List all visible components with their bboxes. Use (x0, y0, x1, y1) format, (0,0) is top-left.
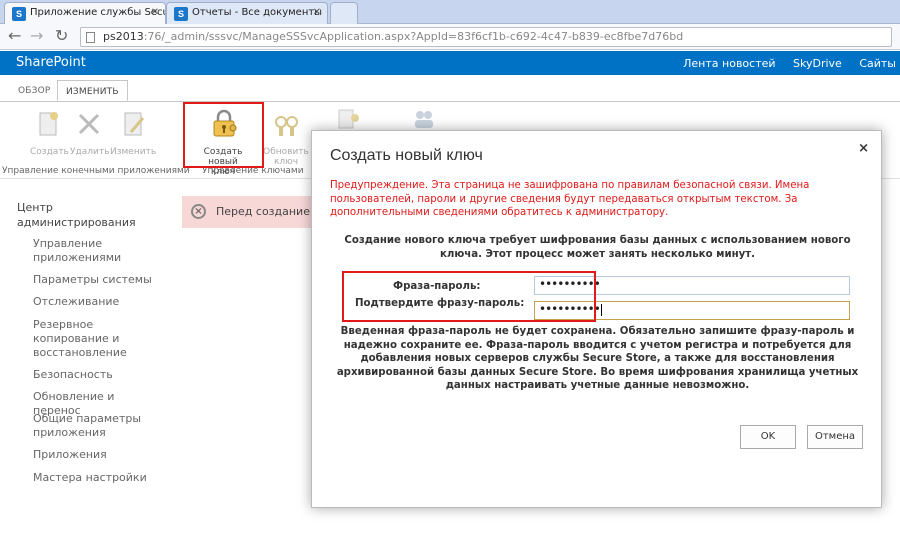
sharepoint-brand[interactable]: SharePoint (16, 55, 86, 70)
suite-link-skydrive[interactable]: SkyDrive (793, 57, 842, 70)
dialog-info: Создание нового ключа требует шифрования… (344, 235, 851, 260)
nav-heading-central-admin[interactable]: Центр администрирования (17, 200, 137, 230)
permissions-icon (415, 111, 433, 128)
tab-edit[interactable]: ИЗМЕНИТЬ (57, 80, 128, 101)
address-path: :76/_admin/sssvc/ManageSSSvcApplication.… (143, 30, 684, 43)
suite-link-sites[interactable]: Сайты (859, 57, 896, 70)
nav-item-monitoring[interactable]: Отслеживание (33, 295, 163, 309)
new-document-icon (39, 112, 58, 136)
page-icon (86, 32, 95, 43)
edit-button[interactable]: Изменить (110, 108, 156, 157)
suite-bar: SharePoint Лента новостей SkyDrive Сайты (0, 51, 900, 75)
nav-item-apps[interactable]: Приложения (33, 448, 163, 462)
sharepoint-favicon-icon: S (12, 7, 26, 21)
browser-tab-label: Приложение службы Secure (30, 7, 166, 18)
error-circle-icon: × (191, 204, 206, 219)
browser-tabstrip: S Приложение службы Secure ✕ S Отчеты - … (0, 0, 900, 25)
refresh-key-icon (275, 116, 298, 136)
nav-item-config-wizards[interactable]: Мастера настройки (33, 471, 163, 485)
create-label: Создать (30, 147, 69, 157)
edit-label: Изменить (110, 147, 157, 157)
dialog-warning: Предупреждение. Эта страница не зашифров… (330, 180, 810, 218)
create-button[interactable]: Создать (30, 108, 69, 157)
nav-item-general-app-settings[interactable]: Общие параметры приложения (33, 412, 163, 440)
nav-item-backup-restore[interactable]: Резервное копирование и восстановление (33, 318, 163, 360)
refresh-key-button[interactable]: Обновить ключ (261, 108, 311, 167)
suite-links: Лента новостей SkyDrive Сайты (669, 57, 896, 70)
reload-icon[interactable]: ↻ (55, 27, 68, 45)
status-bar: × Перед созданием н (182, 196, 329, 228)
close-icon[interactable]: × (858, 141, 869, 156)
nav-item-security[interactable]: Безопасность (33, 368, 163, 382)
address-host: ps2013 (103, 30, 144, 43)
address-bar[interactable]: ps2013:76/_admin/sssvc/ManageSSSvcApplic… (80, 27, 892, 47)
new-tab-button[interactable] (330, 2, 358, 24)
ok-button[interactable]: OK (740, 425, 796, 449)
browser-tab-active[interactable]: S Приложение службы Secure ✕ (4, 2, 166, 25)
delete-x-icon (78, 113, 100, 135)
delete-button[interactable]: Удалить (70, 108, 110, 157)
tab-browse[interactable]: ОБЗОР (10, 80, 59, 101)
credentials-icon (338, 109, 359, 129)
browser-tab[interactable]: S Отчеты - Все документы ✕ (166, 2, 328, 24)
ribbon-tabs: ОБЗОР ИЗМЕНИТЬ (0, 75, 900, 101)
sharepoint-favicon-icon: S (174, 7, 188, 21)
nav-item-system-settings[interactable]: Параметры системы (33, 273, 163, 287)
delete-label: Удалить (70, 147, 110, 157)
browser-tab-label: Отчеты - Все документы (192, 7, 323, 18)
refresh-key-label-1: Обновить (263, 147, 309, 157)
suite-link-newsfeed[interactable]: Лента новостей (683, 57, 775, 70)
cancel-button[interactable]: Отмена (807, 425, 863, 449)
group-label-target-apps: Управление конечными приложениями (2, 166, 190, 176)
highlight-passphrase-fields (342, 271, 596, 322)
dialog-title: Создать новый ключ (330, 147, 483, 164)
text-caret (600, 303, 602, 316)
edit-document-icon (124, 112, 145, 136)
back-arrow-icon[interactable]: ← (8, 27, 21, 45)
nav-item-app-management[interactable]: Управление приложениями (33, 237, 163, 265)
close-tab-icon[interactable]: ✕ (313, 7, 321, 18)
forward-arrow-icon[interactable]: → (30, 27, 43, 45)
browser-toolbar: ← → ↻ ps2013:76/_admin/sssvc/ManageSSSvc… (0, 24, 900, 50)
highlight-create-key (183, 102, 264, 168)
dialog-note: Введенная фраза-пароль не будет сохранен… (336, 326, 859, 391)
close-tab-icon[interactable]: ✕ (151, 7, 159, 18)
